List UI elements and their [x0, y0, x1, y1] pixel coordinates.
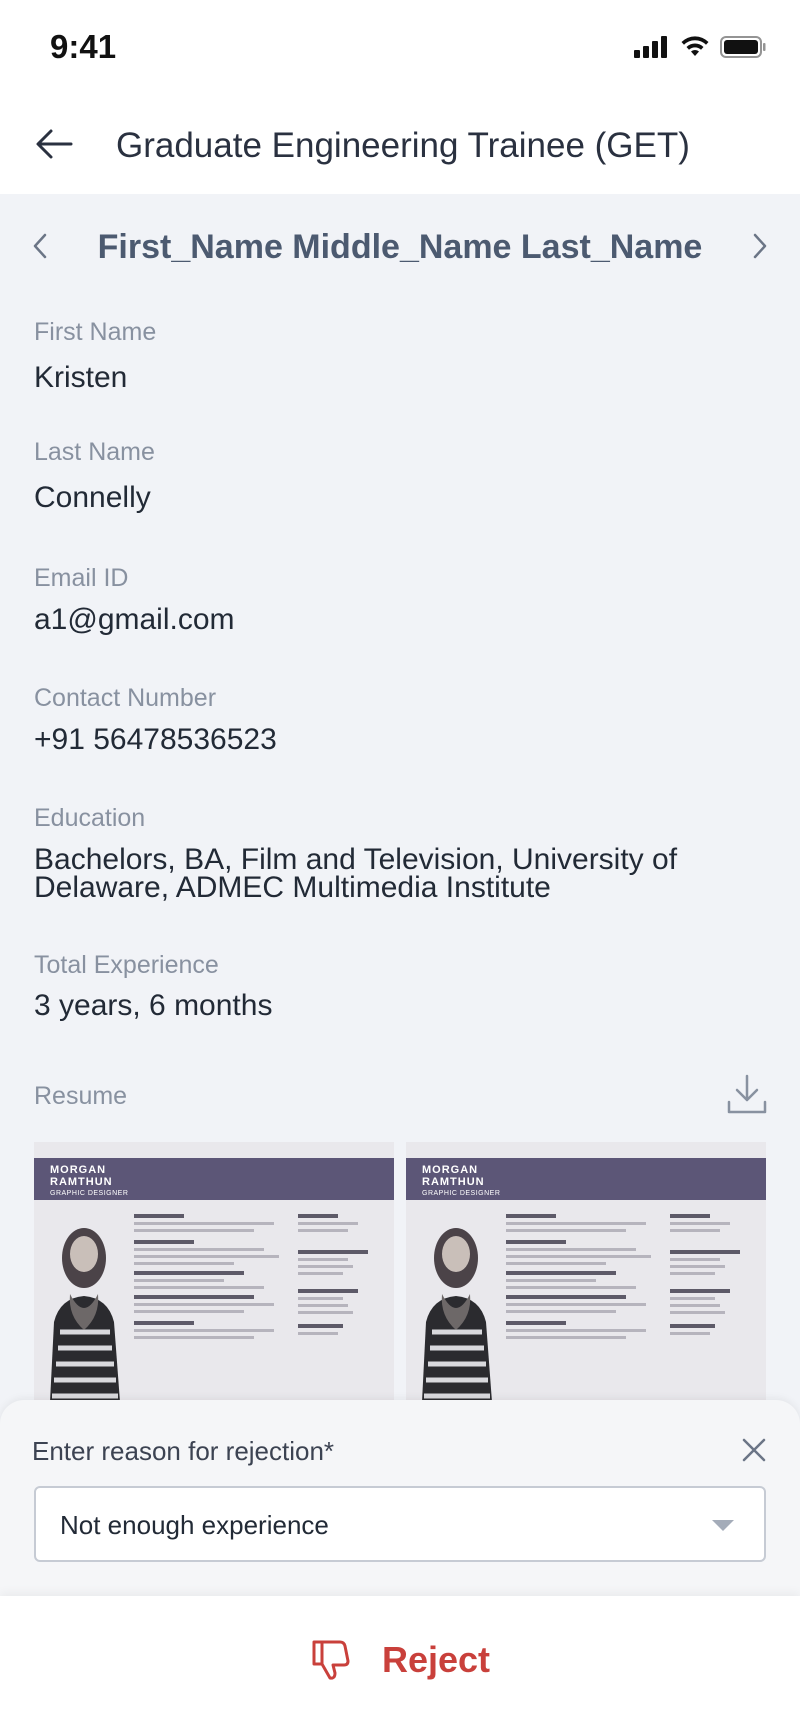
status-time: 9:41: [50, 28, 117, 65]
resume-sidebar-text: [298, 1214, 378, 1339]
resume-logo-text: MORGAN RAMTHUN GRAPHIC DESIGNER: [50, 1164, 128, 1200]
thumbs-down-icon: [312, 1640, 350, 1680]
back-button[interactable]: [26, 116, 82, 172]
download-resume-button[interactable]: [724, 1072, 770, 1118]
resume-body-text: [506, 1214, 656, 1343]
resume-portrait-image: [50, 1228, 120, 1402]
email-label: Email ID: [34, 564, 129, 592]
close-sheet-button[interactable]: [734, 1430, 774, 1470]
resume-portrait-image: [422, 1228, 492, 1402]
download-icon: [727, 1074, 767, 1114]
resume-thumbnail[interactable]: MORGAN RAMTHUN GRAPHIC DESIGNER: [406, 1142, 766, 1402]
resume-sidebar-text: [670, 1214, 750, 1339]
page-title: Graduate Engineering Trainee (GET): [116, 126, 690, 165]
resume-thumbnail[interactable]: MORGAN RAMTHUN GRAPHIC DESIGNER: [34, 1142, 394, 1402]
next-candidate-button[interactable]: [740, 226, 780, 266]
resume-logo-text: MORGAN RAMTHUN GRAPHIC DESIGNER: [422, 1164, 500, 1200]
selected-reason: Not enough experience: [60, 1510, 329, 1540]
arrow-left-icon: [36, 129, 73, 159]
education-label: Education: [34, 804, 146, 832]
reject-button[interactable]: Reject: [280, 1628, 520, 1692]
resume-name-line1: MORGAN: [422, 1164, 479, 1176]
battery-icon: [720, 36, 766, 58]
contact-number-label: Contact Number: [34, 684, 217, 712]
education-value: Bachelors, BA, Film and Television, Univ…: [34, 843, 678, 904]
action-bar: Reject: [0, 1596, 800, 1732]
app-header: Graduate Engineering Trainee (GET): [0, 96, 800, 194]
contact-number-value: +91 56478536523: [34, 723, 277, 756]
last-name-label: Last Name: [34, 438, 155, 466]
resume-body-text: [134, 1214, 284, 1343]
status-bar: 9:41: [0, 0, 800, 96]
last-name-value: Connelly: [34, 481, 151, 514]
rejection-reason-label: Enter reason for rejection*: [32, 1436, 335, 1466]
resume-name-line2: RAMTHUN: [50, 1176, 113, 1188]
resume-name-line1: MORGAN: [50, 1164, 107, 1176]
rejection-reason-dropdown[interactable]: Not enough experience: [34, 1486, 766, 1562]
chevron-right-icon: [753, 233, 767, 259]
resume-label: Resume: [34, 1082, 128, 1110]
total-experience-value: 3 years, 6 months: [34, 989, 273, 1022]
close-icon: [742, 1438, 766, 1462]
resume-role: GRAPHIC DESIGNER: [50, 1190, 129, 1197]
first-name-label: First Name: [34, 318, 157, 346]
wifi-icon: [681, 36, 709, 56]
caret-down-icon: [712, 1520, 734, 1531]
cellular-signal-icon: [634, 36, 667, 58]
first-name-value: Kristen: [34, 361, 128, 394]
status-icons: [634, 36, 766, 58]
total-experience-label: Total Experience: [34, 951, 219, 979]
email-value: a1@gmail.com: [34, 603, 235, 636]
resume-name-line2: RAMTHUN: [422, 1176, 485, 1188]
candidate-name: First_Name Middle_Name Last_Name: [97, 228, 703, 266]
candidate-navigator: First_Name Middle_Name Last_Name: [0, 194, 800, 304]
reject-label: Reject: [381, 1639, 491, 1680]
resume-role: GRAPHIC DESIGNER: [422, 1190, 501, 1197]
